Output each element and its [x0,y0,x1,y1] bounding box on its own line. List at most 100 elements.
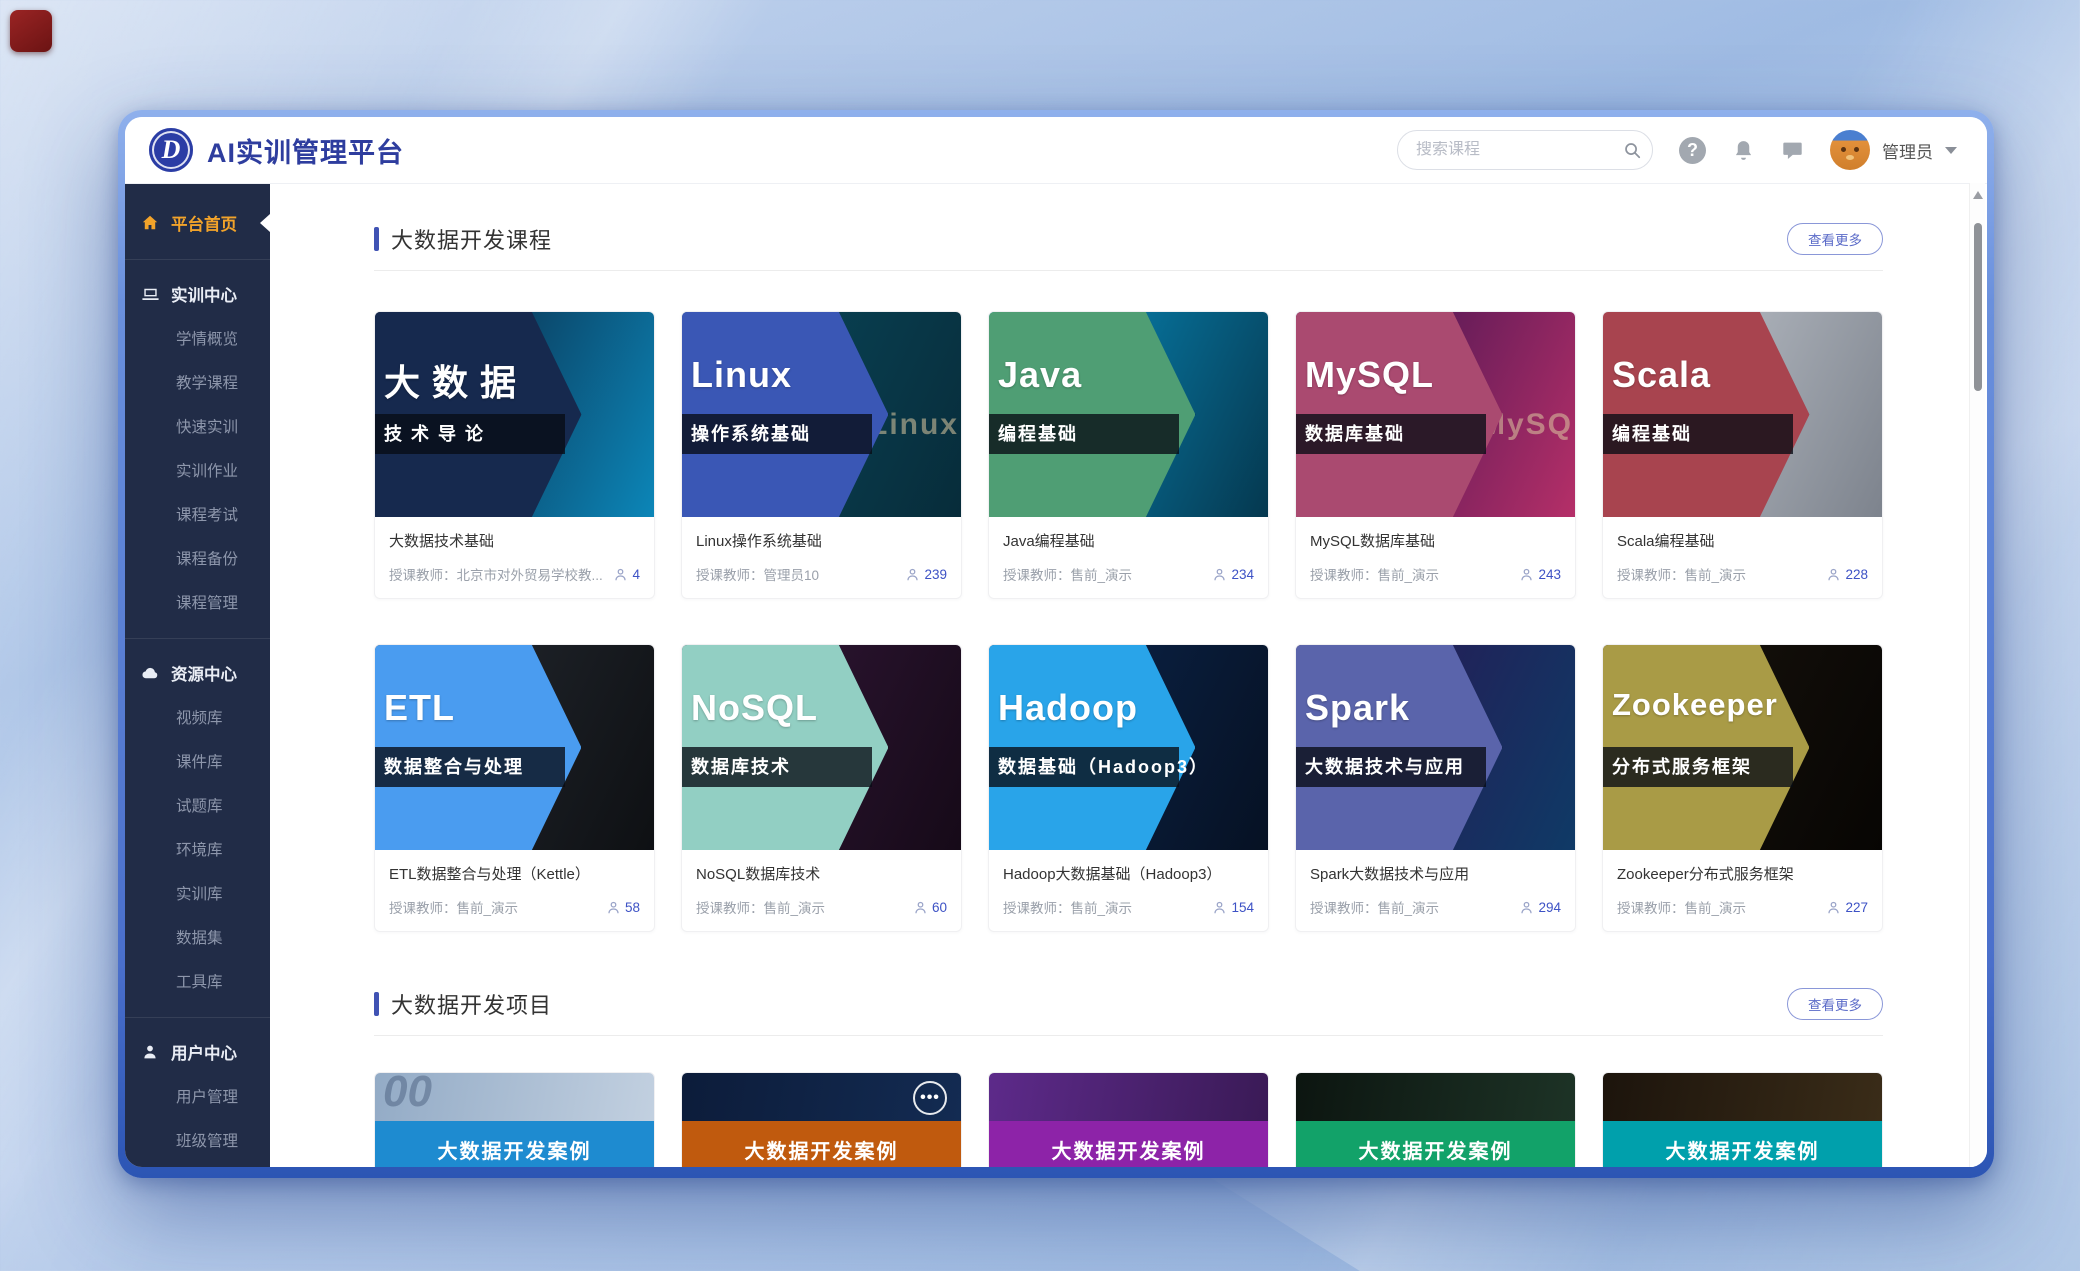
sidebar-subitem[interactable]: 课程备份 [125,536,270,580]
search-icon[interactable] [1623,141,1642,160]
course-caption: Hadoop大数据基础（Hadoop3）授课教师：售前_演示154 [989,850,1268,931]
course-student-count: 58 [606,900,640,915]
sidebar-subitem[interactable]: 快速实训 [125,404,270,448]
course-teacher: 授课教师：售前_演示 [1003,564,1204,584]
course-card[interactable]: 分布式服务框架ZookeeperZookeeper分布式服务框架授课教师：售前_… [1602,644,1883,932]
thumbnail-subtitle: 数据库技术 [682,747,872,787]
sidebar-item-active[interactable]: 平台首页 [125,201,270,245]
thumbnail-title: Hadoop [998,687,1138,729]
person-icon [1519,567,1534,582]
sidebar-subitem[interactable]: 环境库 [125,827,270,871]
main-content: 大数据开发课程 查看更多 技 术 导 论大 数 据大数据技术基础授课教师：北京市… [270,183,1987,1167]
project-card[interactable]: 大数据开发案例 [988,1072,1269,1167]
avatar[interactable] [1830,130,1870,170]
user-icon [140,1044,160,1060]
course-card[interactable]: 技 术 导 论大 数 据大数据技术基础授课教师：北京市对外贸易学校教...4 [374,311,655,599]
sidebar-subitem[interactable]: 课件库 [125,739,270,783]
sidebar-subitem[interactable]: 视频库 [125,695,270,739]
project-card[interactable]: 大数据开发案例 [1602,1072,1883,1167]
course-card[interactable]: Linux操作系统基础LinuxLinux操作系统基础授课教师：管理员10239 [681,311,962,599]
count-value: 4 [632,567,640,582]
course-student-count: 228 [1826,567,1868,582]
count-value: 239 [924,567,947,582]
course-meta: 授课教师：售前_演示228 [1617,564,1868,584]
person-icon [1212,567,1227,582]
course-meta: 授课教师：售前_演示227 [1617,897,1868,917]
course-caption: Java编程基础授课教师：售前_演示234 [989,517,1268,598]
thumbnail-subtitle: 操作系统基础 [682,414,872,454]
message-icon[interactable] [1781,139,1804,162]
sidebar-subitem[interactable]: 课程管理 [125,580,270,624]
course-thumbnail: 大数据技术与应用 Spark [1296,645,1575,850]
scrollbar[interactable] [1969,183,1985,1167]
count-value: 243 [1538,567,1561,582]
course-card[interactable]: MySQ数据库基础MySQLMySQL数据库基础授课教师：售前_演示243 [1295,311,1576,599]
sidebar-subitem[interactable]: 班级管理 [125,1118,270,1162]
course-meta: 授课教师：售前_演示294 [1310,897,1561,917]
project-card[interactable]: 00大数据开发案例 [374,1072,655,1167]
thumbnail-subtitle: 编程基础 [989,414,1179,454]
sidebar-subitem[interactable]: 数据集 [125,915,270,959]
course-card[interactable]: 数据基础（Hadoop3）HadoopHadoop大数据基础（Hadoop3）授… [988,644,1269,932]
sidebar-subitem[interactable]: 实训库 [125,871,270,915]
sidebar-item[interactable]: 实训中心 [125,272,270,316]
cloud-icon [140,664,160,683]
scroll-thumb[interactable] [1974,223,1982,391]
course-caption: Zookeeper分布式服务框架授课教师：售前_演示227 [1603,850,1882,931]
sidebar-item[interactable]: 资源中心 [125,651,270,695]
sidebar-item[interactable]: 用户中心 [125,1030,270,1074]
course-card[interactable]: 数据整合与处理ETLETL数据整合与处理（Kettle）授课教师：售前_演示58 [374,644,655,932]
course-student-count: 243 [1519,567,1561,582]
thumbnail-subtitle: 数据整合与处理 [375,747,565,787]
course-title: Java编程基础 [1003,530,1254,551]
bell-icon[interactable] [1732,139,1755,162]
section-title: 大数据开发课程 [391,223,552,255]
course-meta: 授课教师：北京市对外贸易学校教...4 [389,564,640,584]
project-banner: 大数据开发案例 [1603,1121,1882,1167]
search-box[interactable] [1397,130,1653,170]
sidebar-item-label: 用户中心 [171,1040,237,1064]
app-header: D AI实训管理平台 ? 管理员 [125,117,1987,183]
sidebar-subitem[interactable]: 用户管理 [125,1074,270,1118]
sidebar-subitem[interactable]: 工具库 [125,959,270,1003]
scroll-up-icon[interactable] [1973,191,1983,199]
project-banner: 大数据开发案例 [989,1121,1268,1167]
search-input[interactable] [1416,141,1623,159]
course-thumbnail: 数据整合与处理ETL [375,645,654,850]
course-caption: MySQL数据库基础授课教师：售前_演示243 [1296,517,1575,598]
project-card[interactable]: 大数据开发案例 [1295,1072,1576,1167]
course-card[interactable]: 编程基础JavaJava编程基础授课教师：售前_演示234 [988,311,1269,599]
help-icon[interactable]: ? [1679,137,1706,164]
course-card[interactable]: 数据库技术NoSQLNoSQL数据库技术授课教师：售前_演示60 [681,644,962,932]
person-icon [606,900,621,915]
user-name[interactable]: 管理员 [1882,138,1933,163]
sidebar-subitem[interactable]: 实训作业 [125,448,270,492]
course-title: Spark大数据技术与应用 [1310,863,1561,884]
sidebar-group: 平台首页 [125,197,270,255]
view-more-button[interactable]: 查看更多 [1787,988,1883,1020]
thumbnail-subtitle: 大数据技术与应用 [1296,747,1486,787]
sidebar-subitem[interactable]: 教学课程 [125,360,270,404]
section-header-courses: 大数据开发课程 查看更多 [374,223,1883,255]
thumbnail-title: Spark [1305,687,1410,729]
course-card[interactable]: 编程基础ScalaScala编程基础授课教师：售前_演示228 [1602,311,1883,599]
thumbnail-title: NoSQL [691,687,818,729]
sidebar-subitem[interactable]: 学情概览 [125,316,270,360]
project-banner: 大数据开发案例 [682,1121,961,1167]
view-more-button[interactable]: 查看更多 [1787,223,1883,255]
course-card[interactable]: 大数据技术与应用 Spark Spark大数据技术与应用授课教师：售前_演示294 [1295,644,1576,932]
course-teacher: 授课教师：售前_演示 [696,897,905,917]
sidebar-subitem[interactable]: 课程考试 [125,492,270,536]
sidebar-subitem[interactable]: 试题库 [125,783,270,827]
course-title: Zookeeper分布式服务框架 [1617,863,1868,884]
thumbnail-art-text: 00 [383,1073,432,1117]
chevron-down-icon[interactable] [1945,147,1957,154]
project-grid: 00大数据开发案例•••大数据开发案例大数据开发案例大数据开发案例大数据开发案例 [374,1072,1883,1167]
project-thumbnail [1296,1073,1575,1121]
project-banner: 大数据开发案例 [375,1121,654,1167]
course-student-count: 239 [905,567,947,582]
course-student-count: 60 [913,900,947,915]
project-thumbnail: ••• [682,1073,961,1121]
count-value: 294 [1538,900,1561,915]
project-card[interactable]: •••大数据开发案例 [681,1072,962,1167]
